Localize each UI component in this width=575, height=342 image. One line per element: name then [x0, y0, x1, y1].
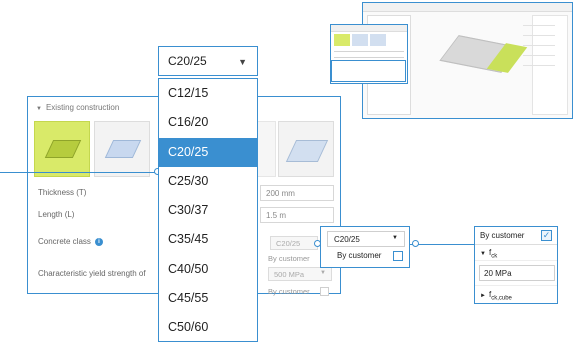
preview-dialog-inset-lower	[331, 60, 406, 82]
yield-strength-label: Characteristic yield strength of	[38, 269, 146, 278]
thickness-label: Thickness (T)	[38, 188, 87, 197]
option-c50-60[interactable]: C50/60	[159, 313, 257, 342]
option-c12-15[interactable]: C12/15	[159, 79, 257, 108]
info-icon[interactable]: i	[94, 237, 103, 246]
fck-cube-expander[interactable]: ► fck,cube	[475, 285, 557, 303]
by-customer-label: By customer	[337, 251, 382, 260]
by-customer-label-2: By customer	[268, 287, 310, 296]
option-c40-50[interactable]: C40/50	[159, 255, 257, 284]
by-customer-checkbox-2[interactable]	[320, 287, 329, 296]
collapse-triangle-icon[interactable]: ▼	[36, 106, 42, 112]
option-c35-45[interactable]: C35/45	[159, 225, 257, 254]
section-header[interactable]: ▼ Existing construction	[36, 103, 119, 112]
expand-down-icon: ▼	[480, 251, 486, 257]
by-customer-checkbox-checked[interactable]: ✓	[541, 230, 552, 241]
length-field[interactable]: 1.5 m	[260, 207, 334, 223]
fck-value-input[interactable]: 20 MPa	[479, 265, 555, 281]
option-c16-20[interactable]: C16/20	[159, 108, 257, 137]
material-option-block[interactable]	[278, 121, 334, 177]
expand-right-icon: ►	[480, 293, 486, 299]
length-label: Length (L)	[38, 210, 75, 219]
concrete-class-widget: C20/25 ▼ By customer	[320, 226, 410, 268]
connector-dot-fck	[412, 240, 419, 247]
material-option-selected[interactable]	[34, 121, 90, 177]
connector-line-left	[0, 172, 158, 173]
concrete-class-field[interactable]: C20/25	[270, 236, 318, 250]
option-c25-30[interactable]: C25/30	[159, 167, 257, 196]
yield-strength-field[interactable]: 500 MPa ▼	[268, 267, 332, 281]
material-option-2[interactable]	[94, 121, 150, 177]
option-c20-25[interactable]: C20/25	[159, 137, 257, 167]
chevron-down-icon: ▼	[238, 57, 247, 67]
option-c45-55[interactable]: C45/55	[159, 284, 257, 313]
section-title: Existing construction	[45, 103, 120, 112]
option-c30-37[interactable]: C30/37	[159, 196, 257, 225]
by-customer-label-1: By customer	[268, 254, 310, 263]
concrete-class-dropdown[interactable]: C20/25 ▼	[158, 46, 258, 76]
concrete-class-label: Concrete class i	[38, 237, 103, 246]
chevron-down-icon: ▼	[392, 235, 398, 241]
preview-toolbar	[363, 3, 572, 12]
thickness-field[interactable]: 200 mm	[260, 185, 334, 201]
concrete-class-select-small[interactable]: C20/25 ▼	[327, 231, 405, 247]
fck-widget: By customer ✓ ▼ fck 20 MPa ► fck,cube	[474, 226, 558, 304]
by-customer-row: By customer ✓	[475, 227, 557, 245]
fck-expander[interactable]: ▼ fck	[475, 245, 557, 261]
connector-line-right	[410, 244, 474, 245]
concrete-class-options: C12/15 C16/20 C20/25 C25/30 C30/37 C35/4…	[158, 78, 258, 342]
by-customer-checkbox[interactable]	[393, 251, 403, 261]
